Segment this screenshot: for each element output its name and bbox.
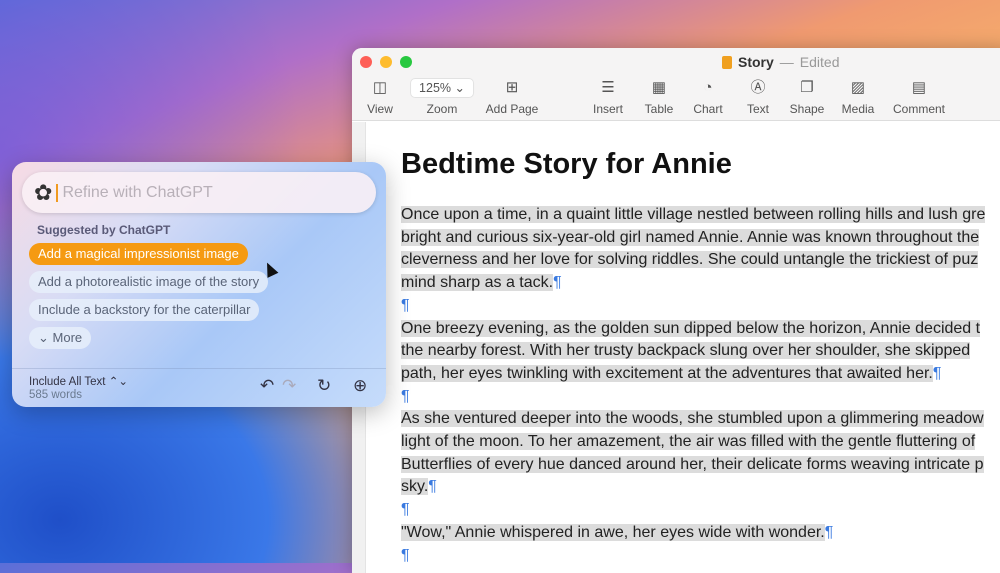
- text-line: light of the moon. To her amazement, the…: [401, 433, 976, 451]
- pilcrow-mark: ¶: [428, 478, 437, 496]
- toolbar-text-button[interactable]: Ⓐ Text: [747, 78, 769, 116]
- chart-icon: ◔: [703, 79, 713, 96]
- document-title: Bedtime Story for Annie: [401, 148, 732, 180]
- text-line: the nearby forest. With her trusty backp…: [401, 342, 971, 360]
- toolbar-label: Media: [841, 102, 875, 116]
- toolbar-view-button[interactable]: ◫ View: [367, 78, 393, 116]
- text-icon: Ⓐ: [750, 79, 766, 96]
- refresh-icon[interactable]: ↻: [317, 376, 331, 396]
- document-icon: [722, 55, 732, 69]
- media-icon: ▨: [850, 79, 866, 96]
- divider: [12, 368, 386, 369]
- minimize-button[interactable]: [380, 56, 392, 68]
- toolbar-label: Zoom: [426, 102, 458, 116]
- toolbar-label: Text: [746, 102, 770, 116]
- text-line: mind sharp as a tack.¶: [401, 274, 562, 292]
- text-line: ¶: [401, 295, 985, 318]
- pilcrow-mark: ¶: [553, 274, 562, 292]
- toolbar-label: Insert: [592, 102, 624, 116]
- chatgpt-logo-icon: ✿: [34, 179, 53, 205]
- pilcrow-mark: ¶: [401, 546, 410, 564]
- chatgpt-panel: ✿ Suggested by ChatGPT Add a magical imp…: [12, 162, 386, 407]
- toolbar-label: View: [367, 102, 393, 116]
- comment-icon: ▤: [911, 79, 927, 96]
- add-icon[interactable]: ⊕: [353, 376, 367, 396]
- toolbar-media-button[interactable]: ▨ Media: [842, 78, 875, 116]
- text-line: path, her eyes twinkling with excitement…: [401, 364, 942, 382]
- text-line: bright and curious six-year-old girl nam…: [401, 228, 980, 246]
- toolbar: Story — Edited ◫ View 125% ⌄ Zoom ⊞ Add Page ☰ In…: [352, 48, 1000, 121]
- toolbar-comment-button[interactable]: ▤ Comment: [893, 78, 945, 116]
- text-line: "Wow," Annie whispered in awe, her eyes …: [401, 523, 834, 541]
- toolbar-chart-button[interactable]: ◔ Chart: [693, 78, 722, 116]
- text-line: Butterflies of every hue danced around h…: [401, 455, 984, 473]
- toolbar-label: Comment: [892, 102, 946, 116]
- text-line: As she ventured deeper into the woods, s…: [401, 410, 984, 428]
- refine-input[interactable]: [62, 183, 343, 202]
- text-line: cleverness and her love for solving ridd…: [401, 251, 979, 269]
- text-line: ¶: [401, 499, 985, 522]
- sidebar-icon: ◫: [372, 79, 388, 96]
- more-button[interactable]: ⌄ More: [29, 327, 92, 349]
- toolbar-label: Table: [644, 102, 674, 116]
- toolbar-add-page-button[interactable]: ⊞ Add Page: [486, 78, 539, 116]
- suggestion-chip[interactable]: Add a photorealistic image of the story: [29, 271, 269, 293]
- suggested-label: Suggested by ChatGPT: [37, 223, 171, 237]
- close-button[interactable]: [360, 56, 372, 68]
- word-count: 585 words: [29, 389, 83, 401]
- zoom-window-button[interactable]: [400, 56, 412, 68]
- pilcrow-mark: ¶: [932, 364, 942, 382]
- window-title: Story — Edited: [722, 54, 840, 70]
- insert-icon: ☰: [601, 79, 615, 96]
- pilcrow-mark: ¶: [824, 523, 834, 541]
- table-icon: ▦: [651, 79, 667, 96]
- add-page-icon: ⊞: [505, 79, 519, 96]
- undo-icon[interactable]: ↶: [260, 376, 274, 396]
- shape-icon: ❐: [800, 79, 814, 96]
- text-line: sky.¶: [401, 478, 437, 496]
- suggestion-chip[interactable]: Include a backstory for the caterpillar: [29, 299, 260, 321]
- toolbar-table-button[interactable]: ▦ Table: [645, 78, 674, 116]
- text-line: ¶: [401, 386, 985, 409]
- toolbar-zoom-button[interactable]: 125% ⌄ Zoom: [410, 78, 474, 116]
- text-line: One breezy evening, as the golden sun di…: [401, 319, 981, 337]
- text-line: Once upon a time, in a quaint little vil…: [401, 206, 986, 223]
- include-text-select[interactable]: Include All Text ⌃⌄: [29, 374, 128, 388]
- toolbar-label: Add Page: [485, 102, 539, 116]
- zoom-select[interactable]: 125% ⌄: [410, 78, 474, 98]
- toolbar-label: Shape: [789, 102, 825, 116]
- toolbar-insert-button[interactable]: ☰ Insert: [593, 78, 623, 116]
- toolbar-shape-button[interactable]: ❐ Shape: [790, 78, 825, 116]
- suggestion-chip[interactable]: Add a magical impressionist image: [29, 243, 248, 265]
- pages-window: Story — Edited ◫ View 125% ⌄ Zoom ⊞ Add Page ☰ In…: [352, 48, 1000, 573]
- text-line: ¶: [401, 545, 985, 568]
- toolbar-label: Chart: [693, 102, 723, 116]
- pilcrow-mark: ¶: [401, 387, 410, 405]
- pilcrow-mark: ¶: [401, 501, 410, 519]
- redo-icon[interactable]: ↷: [282, 376, 296, 396]
- refine-input-container: ✿: [22, 172, 376, 213]
- document-body[interactable]: Once upon a time, in a quaint little vil…: [401, 204, 986, 568]
- pilcrow-mark: ¶: [401, 296, 410, 314]
